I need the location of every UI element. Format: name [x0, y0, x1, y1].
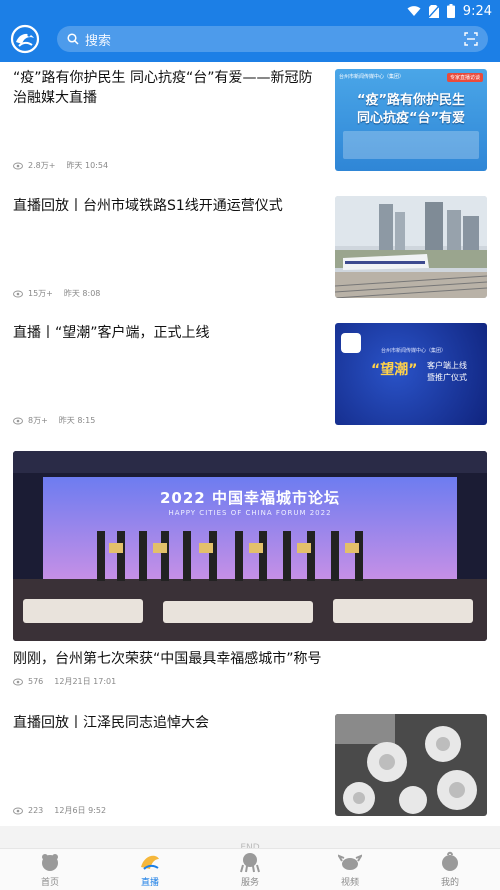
forum-headline: 2022 中国幸福城市论坛	[160, 489, 340, 507]
publish-time: 昨天 10:54	[66, 161, 109, 170]
battery-icon	[446, 4, 455, 18]
publish-time: 昨天 8:08	[63, 289, 101, 298]
eye-icon	[13, 162, 23, 169]
search-placeholder: 搜索	[85, 33, 112, 49]
nav-label: 服务	[240, 878, 259, 888]
nav-service[interactable]: 服务	[200, 849, 300, 890]
nav-profile[interactable]: 我的	[400, 849, 500, 890]
metro-train-photo	[335, 196, 487, 298]
service-mascot-icon	[240, 853, 260, 873]
feed-end-marker: END	[0, 826, 500, 848]
search-icon	[67, 33, 79, 45]
view-count: 576	[28, 677, 44, 686]
news-title: 直播回放丨江泽民同志追悼大会	[13, 715, 209, 731]
profile-mascot-icon	[442, 851, 458, 871]
view-count: 223	[28, 806, 44, 815]
publish-time: 昨天 8:15	[58, 416, 96, 425]
news-title: 直播丨“望潮”客户端，正式上线	[13, 325, 210, 341]
video-mascot-icon	[338, 854, 362, 870]
thumb-brand: “望潮”	[371, 362, 418, 378]
eye-icon	[13, 417, 23, 424]
news-meta: 8万+ 昨天 8:15	[13, 415, 95, 426]
view-count: 15万+	[28, 289, 53, 298]
search-bar[interactable]: 搜索	[57, 26, 488, 52]
eye-icon	[13, 290, 23, 297]
view-count: 2.8万+	[28, 161, 56, 170]
eye-icon	[13, 678, 23, 685]
nav-label: 首页	[40, 878, 59, 888]
news-title: “疫”路有你护民生 同心抗疫“台”有爱——新冠防治融媒大直播	[13, 70, 313, 106]
forum-stage-photo	[13, 451, 487, 641]
news-large-image[interactable]: 2022 中国幸福城市论坛 HAPPY CITIES OF CHINA FORU…	[13, 451, 487, 641]
publish-time: 12月6日 9:52	[54, 806, 107, 815]
thumb-tag: 专家直播访谈	[446, 73, 483, 82]
chrysanthemum-photo	[335, 714, 487, 816]
nav-label: 视频	[340, 878, 359, 888]
news-thumbnail[interactable]: 台州市新闻传媒中心（集团） “望潮” 客户端上线 暨推广仪式	[335, 323, 487, 425]
live-mascot-icon	[141, 855, 159, 870]
nav-label: 直播	[140, 878, 159, 888]
top-header: 9:24 搜索	[0, 0, 500, 62]
news-feed[interactable]: “疫”路有你护民生 同心抗疫“台”有爱——新冠防治融媒大直播 2.8万+ 昨天 …	[0, 62, 500, 848]
list-item[interactable]: 2022 中国幸福城市论坛 HAPPY CITIES OF CHINA FORU…	[0, 441, 500, 702]
news-meta: 15万+ 昨天 8:08	[13, 288, 100, 299]
no-sim-icon	[428, 4, 439, 18]
scan-icon[interactable]	[464, 32, 478, 46]
news-meta: 576 12月21日 17:01	[13, 676, 116, 687]
news-meta: 223 12月6日 9:52	[13, 805, 106, 816]
thumb-line2: 暨推广仪式	[427, 373, 467, 382]
home-mascot-icon	[42, 854, 58, 871]
wifi-icon	[407, 6, 421, 16]
nav-home[interactable]: 首页	[0, 849, 100, 890]
bottom-navigation: 首页 直播 服务 视频 我的	[0, 848, 500, 890]
news-meta: 2.8万+ 昨天 10:54	[13, 160, 108, 171]
status-time: 9:24	[462, 3, 492, 19]
thumb-line2: 同心抗疫“台”有爱	[356, 111, 466, 126]
news-thumbnail[interactable]	[335, 196, 487, 298]
publish-time: 12月21日 17:01	[54, 677, 117, 686]
news-thumbnail[interactable]	[335, 714, 487, 816]
news-title: 刚刚，台州第七次荣获“中国最具幸福感城市”称号	[13, 651, 322, 667]
nav-label: 我的	[440, 878, 459, 888]
nav-live[interactable]: 直播	[100, 849, 200, 890]
list-item[interactable]: “疫”路有你护民生 同心抗疫“台”有爱——新冠防治融媒大直播 2.8万+ 昨天 …	[0, 62, 500, 187]
thumb-line1: “疫”路有你护民生	[356, 93, 466, 108]
nav-video[interactable]: 视频	[300, 849, 400, 890]
thumb-org: 台州市新闻传媒中心（集团）	[381, 348, 447, 354]
app-logo-icon[interactable]	[10, 24, 40, 54]
thumb-org: 台州市新闻传媒中心（集团）	[339, 74, 405, 80]
forum-subline: HAPPY CITIES OF CHINA FORUM 2022	[168, 509, 332, 517]
thumb-line1: 客户端上线	[427, 361, 467, 370]
status-bar: 9:24	[407, 0, 500, 22]
list-item[interactable]: 直播丨“望潮”客户端，正式上线 8万+ 昨天 8:15 台州市新闻传媒中心（集团…	[0, 314, 500, 441]
news-title: 直播回放丨台州市域铁路S1线开通运营仪式	[13, 198, 283, 214]
eye-icon	[13, 807, 23, 814]
list-item[interactable]: 直播回放丨江泽民同志追悼大会 223 12月6日 9:52	[0, 702, 500, 826]
list-item[interactable]: 直播回放丨台州市域铁路S1线开通运营仪式 15万+ 昨天 8:08	[0, 187, 500, 314]
news-thumbnail[interactable]: 台州市新闻传媒中心（集团） 专家直播访谈 “疫”路有你护民生 同心抗疫“台”有爱	[335, 69, 487, 171]
view-count: 8万+	[28, 416, 48, 425]
